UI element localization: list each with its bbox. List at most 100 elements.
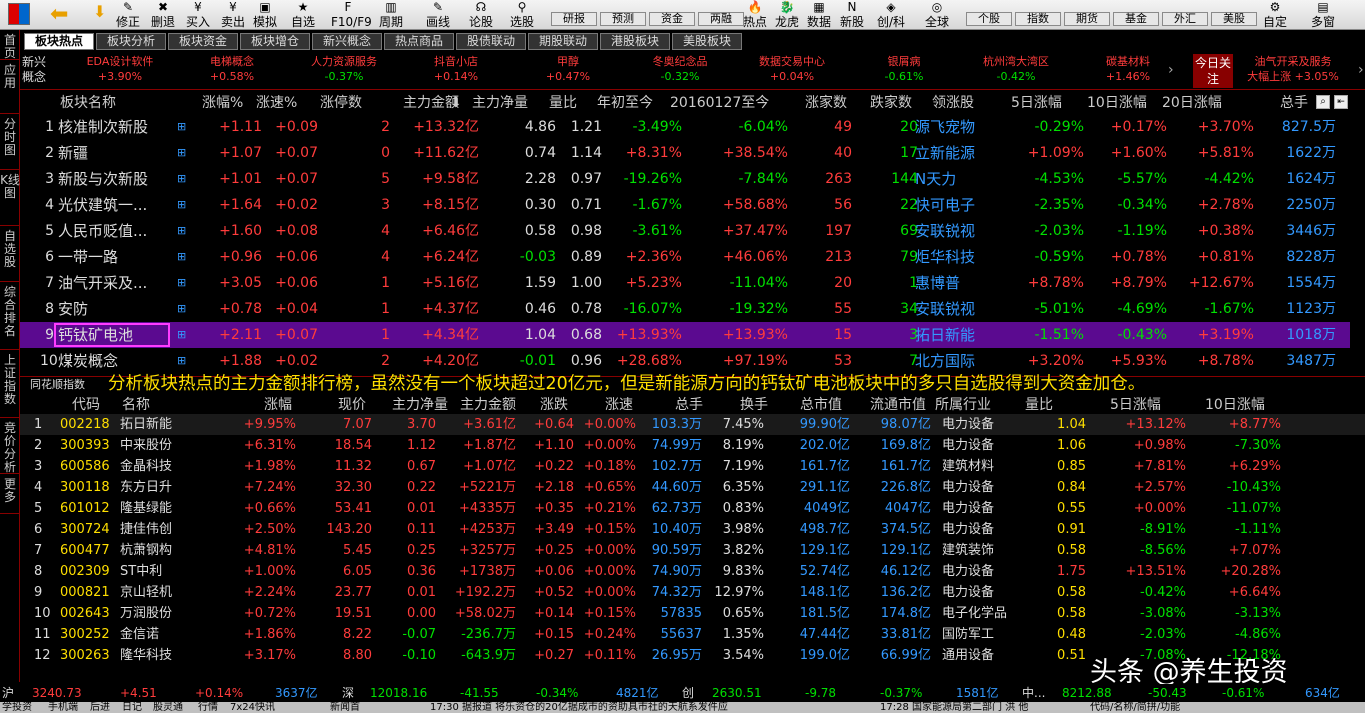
stock-col-header[interactable]: 换手 [740, 395, 768, 415]
tab-8[interactable]: 港股板块 [600, 33, 670, 50]
sidebar-item[interactable]: 竞价分析 [0, 418, 20, 474]
sector-col-header[interactable]: 5日涨幅 [1011, 92, 1062, 114]
bottom-bar-item[interactable]: 17:28 国家能源局第二部门 洪 他 [880, 702, 1028, 713]
sector-row[interactable]: 9 钙钛矿电池 +2.11 +0.07 1 +4.34亿 1.04 0.68 +13.93% +1… [20, 322, 1350, 348]
sector-col-header[interactable]: 涨家数 [805, 92, 847, 114]
toolbar-button-13[interactable]: ▦ 数据 [802, 0, 836, 30]
sidebar-item[interactable]: 分时图 [0, 114, 20, 170]
sector-col-header[interactable]: 板块名称 [60, 92, 116, 114]
ribbon-button[interactable]: 预测 [600, 12, 646, 26]
sector-row[interactable]: 8 安防 +0.78 +0.04 1 +4.37亿 0.46 0.78 -16.07% -19.3… [20, 296, 1350, 322]
sector-row[interactable]: 7 油气开采及... +3.05 +0.06 1 +5.16亿 1.59 1.00 +5.23%… [20, 270, 1350, 296]
forward-arrow-icon[interactable]: ⬇ [93, 2, 106, 21]
add-to-watchlist-icon[interactable]: ⊞ [177, 140, 186, 166]
stock-col-header[interactable]: 5日涨幅 [1110, 395, 1161, 415]
add-to-watchlist-icon[interactable]: ⊞ [177, 322, 186, 348]
toolbar-button-10[interactable]: ⚲ 选股 [505, 0, 539, 30]
stock-col-header[interactable]: 名称 [122, 395, 150, 415]
ribbon-button[interactable]: 资金 [649, 12, 695, 26]
sector-col-header[interactable]: 领涨股 [932, 92, 974, 114]
sector-col-header[interactable]: 量比 [549, 92, 577, 114]
stock-row[interactable]: 1 002218 拓日新能 +9.95% 7.07 3.70 +3.61亿 +0.64 +0.0… [20, 414, 1365, 435]
stock-section-label[interactable]: 同花顺指数 [30, 377, 85, 393]
ticker-item[interactable]: 电梯概念 +0.58% [172, 54, 292, 84]
stock-row[interactable]: 10 002643 万润股份 +0.72% 19.51 0.00 +58.02万 +0.14 +… [20, 603, 1365, 624]
toolbar-button-18[interactable]: ▤ 多窗 [1306, 0, 1340, 30]
sector-row[interactable]: 4 光伏建筑一... +1.64 +0.02 3 +8.15亿 0.30 0.71 -1.67%… [20, 192, 1350, 218]
toolbar-button-5[interactable]: ★ 自选 [286, 0, 320, 30]
ticker-end-arrow-icon[interactable]: › [1358, 62, 1364, 78]
tab-7[interactable]: 期股联动 [528, 33, 598, 50]
sidebar-item[interactable]: 首页 [0, 30, 20, 60]
stock-row[interactable]: 4 300118 东方日升 +7.24% 32.30 0.22 +5221万 +2.18 +0.… [20, 477, 1365, 498]
toolbar-button-4[interactable]: ▣ 模拟 [248, 0, 282, 30]
ribbon-button[interactable]: 基金 [1113, 12, 1159, 26]
toolbar-button-8[interactable]: ✎ 画线 [421, 0, 455, 30]
sidebar-item[interactable]: 上证指数 [0, 350, 20, 418]
ribbon-button[interactable]: 美股 [1211, 12, 1257, 26]
stock-col-header[interactable]: 主力金额 [460, 395, 516, 415]
sidebar-item[interactable]: 应用 [0, 60, 20, 114]
sector-col-header[interactable]: 年初至今 [597, 92, 653, 114]
stock-col-header[interactable]: 量比 [1025, 395, 1053, 415]
sector-col-header[interactable]: 20160127至今 [670, 92, 769, 114]
sector-col-header[interactable]: 10日涨幅 [1087, 92, 1147, 114]
stock-row[interactable]: 5 601012 隆基绿能 +0.66% 53.41 0.01 +4335万 +0.35 +0.… [20, 498, 1365, 519]
bottom-bar-item[interactable]: 7x24快讯 [230, 702, 275, 713]
bottom-bar-item[interactable]: 新闻首 [330, 702, 360, 713]
stock-row[interactable]: 7 600477 杭萧钢构 +4.81% 5.45 0.25 +3257万 +0.25 +0.0… [20, 540, 1365, 561]
toolbar-button-0[interactable]: ✎ 修正 [111, 0, 145, 30]
ticker-item[interactable]: 冬奥纪念品 -0.32% [620, 54, 740, 84]
stock-col-header[interactable]: 流通市值 [870, 395, 926, 415]
app-logo[interactable] [8, 3, 30, 25]
toolbar-button-1[interactable]: ✖ 删退 [146, 0, 180, 30]
add-to-watchlist-icon[interactable]: ⊞ [177, 244, 186, 270]
toolbar-button-16[interactable]: ◎ 全球 [920, 0, 954, 30]
stock-col-header[interactable]: 涨幅 [264, 395, 292, 415]
ticker-item[interactable]: 甲醇 +0.47% [508, 54, 628, 84]
ribbon-button[interactable]: 期货 [1064, 12, 1110, 26]
bottom-bar-item[interactable]: 手机端 [48, 702, 78, 713]
stock-col-header[interactable]: 所属行业 [935, 395, 991, 415]
bottom-bar-item[interactable]: 学投资 [2, 702, 32, 713]
tab-5[interactable]: 热点商品 [384, 33, 454, 50]
stock-col-header[interactable]: 涨跌 [540, 395, 568, 415]
add-to-watchlist-icon[interactable]: ⊞ [177, 296, 186, 322]
sector-col-header[interactable]: 涨停数 [320, 92, 362, 114]
ticker-item[interactable]: 抖音小店 +0.14% [396, 54, 516, 84]
bottom-bar-item[interactable]: 股灵通 [153, 702, 183, 713]
ticker-item[interactable]: 银屑病 -0.61% [844, 54, 964, 84]
toolbar-button-6[interactable]: F F10/F9 [331, 0, 372, 30]
stock-col-header[interactable]: 现价 [338, 395, 366, 415]
ribbon-button[interactable]: 个股 [966, 12, 1012, 26]
stock-row[interactable]: 3 600586 金晶科技 +1.98% 11.32 0.67 +1.07亿 +0.22 +0.… [20, 456, 1365, 477]
stock-col-header[interactable]: 总手 [675, 395, 703, 415]
toolbar-button-12[interactable]: 🐉 龙虎 [770, 0, 804, 30]
add-to-watchlist-icon[interactable]: ⊞ [177, 218, 186, 244]
bottom-bar-item[interactable]: 后进 [90, 702, 110, 713]
bottom-bar-item[interactable]: 行情 [198, 702, 218, 713]
stock-row[interactable]: 11 300252 金信诺 +1.86% 8.22 -0.07 -236.7万 +0.15 +0… [20, 624, 1365, 645]
sector-row[interactable]: 3 新股与次新股 +1.01 +0.07 5 +9.58亿 2.28 0.97 -19.26% -… [20, 166, 1350, 192]
tab-6[interactable]: 股债联动 [456, 33, 526, 50]
stock-row[interactable]: 2 300393 中来股份 +6.31% 18.54 1.12 +1.87亿 +1.10 +0.… [20, 435, 1365, 456]
toolbar-button-15[interactable]: ◈ 创/科 [874, 0, 908, 30]
ticker-item[interactable]: 杭州湾大湾区 -0.42% [956, 54, 1076, 84]
stock-row[interactable]: 8 002309 ST中利 +1.00% 6.05 0.36 +1738万 +0.06 +0.0… [20, 561, 1365, 582]
toolbar-button-7[interactable]: ▥ 周期 [374, 0, 408, 30]
collapse-icon[interactable]: ⇤ [1334, 95, 1348, 109]
sector-row[interactable]: 2 新疆 +1.07 +0.07 0 +11.62亿 0.74 1.14 +8.31% +38.5… [20, 140, 1350, 166]
ticker-item[interactable]: 数据交易中心 +0.04% [732, 54, 852, 84]
stock-col-header[interactable]: 代码 [72, 395, 100, 415]
ticker-item[interactable]: EDA设计软件 +3.90% [60, 54, 180, 84]
ticker-left-label[interactable]: 新兴概念 [22, 55, 54, 85]
add-to-watchlist-icon[interactable]: ⊞ [177, 114, 186, 140]
stock-col-header[interactable]: 总市值 [800, 395, 842, 415]
toolbar-button-2[interactable]: ¥ 买入 [181, 0, 215, 30]
sidebar-item[interactable]: 自选股 [0, 226, 20, 282]
tab-4[interactable]: 新兴概念 [312, 33, 382, 50]
sector-col-header[interactable]: 涨速% [256, 92, 297, 114]
ribbon-button[interactable]: 指数 [1015, 12, 1061, 26]
sector-col-header[interactable]: 主力净量 [472, 92, 528, 114]
sidebar-item[interactable]: 更多 [0, 474, 20, 514]
